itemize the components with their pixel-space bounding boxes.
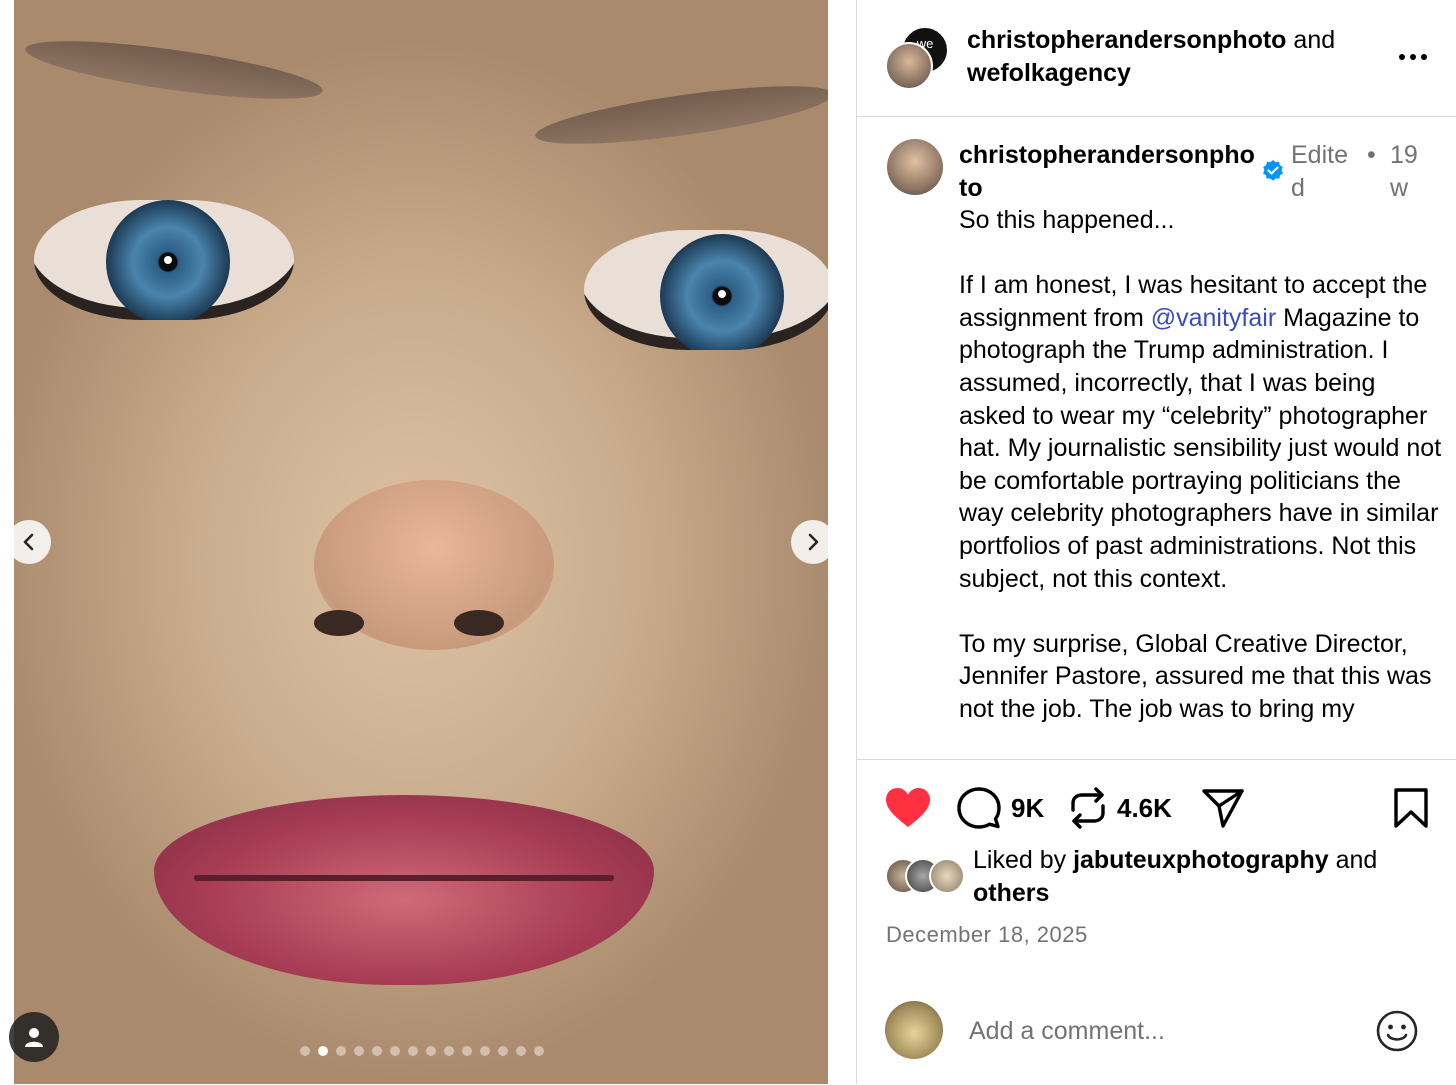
carousel-dot xyxy=(372,1046,382,1056)
heart-icon xyxy=(886,788,930,827)
repost-button[interactable]: 4.6K xyxy=(1069,786,1172,830)
person-icon xyxy=(25,1028,43,1047)
carousel-dot xyxy=(408,1046,418,1056)
chevron-left-icon xyxy=(23,533,34,551)
meta-separator: • xyxy=(1367,141,1376,169)
post-actions: 9K 4.6K Liked by jabuteuxphotography and… xyxy=(857,759,1456,1085)
others-link[interactable]: others xyxy=(973,879,1049,907)
post-age[interactable]: 19w xyxy=(1390,139,1424,205)
comment-icon xyxy=(957,787,1001,829)
avatar xyxy=(929,858,965,894)
caption-username[interactable]: christopherandersonphoto xyxy=(959,139,1259,205)
emoji-icon xyxy=(1376,1010,1418,1052)
repost-icon xyxy=(1071,787,1105,829)
photo-detail xyxy=(154,795,654,985)
avatar[interactable] xyxy=(887,139,943,195)
carousel-indicator xyxy=(300,1046,544,1056)
carousel-next-button[interactable] xyxy=(791,520,835,564)
carousel-dot xyxy=(444,1046,454,1056)
chevron-right-icon xyxy=(808,533,819,551)
authors-joiner: and xyxy=(1286,26,1336,54)
like-button[interactable] xyxy=(885,786,931,830)
photo-detail xyxy=(22,29,326,111)
carousel-dot xyxy=(354,1046,364,1056)
post-date[interactable]: December 18, 2025 xyxy=(886,922,1088,948)
edited-label: Edited xyxy=(1291,141,1348,202)
avatar xyxy=(885,42,933,90)
post-authors: christopherandersonphoto and wefolkagenc… xyxy=(967,24,1387,90)
more-icon xyxy=(1399,54,1427,60)
carousel-dot xyxy=(426,1046,436,1056)
carousel-dot xyxy=(498,1046,508,1056)
liked-by-prefix: Liked by xyxy=(973,846,1074,874)
verified-badge-icon xyxy=(1263,160,1283,181)
photo-detail xyxy=(584,230,828,350)
carousel-dot xyxy=(462,1046,472,1056)
comment-count: 9K xyxy=(1011,792,1045,823)
author-link[interactable]: christopherandersonphoto xyxy=(967,26,1286,54)
tagged-users-button[interactable] xyxy=(9,1012,59,1062)
post-header: we fk christopherandersonphoto and wefol… xyxy=(857,0,1456,117)
photo-detail xyxy=(454,610,504,636)
liked-by-middle: and xyxy=(1328,846,1378,874)
save-button[interactable] xyxy=(1393,786,1429,830)
post-photo[interactable] xyxy=(14,0,828,1084)
carousel-dot xyxy=(318,1046,328,1056)
caption-rest: Magazine to photograph the Trump adminis… xyxy=(959,303,1442,723)
carousel-dot xyxy=(480,1046,490,1056)
carousel-dot xyxy=(390,1046,400,1056)
mention-link[interactable]: @vanityfair xyxy=(1151,304,1276,332)
collab-avatars[interactable]: we fk xyxy=(885,26,949,90)
emoji-button[interactable] xyxy=(1375,1009,1419,1053)
carousel-prev-button[interactable] xyxy=(7,520,51,564)
more-options-button[interactable] xyxy=(1397,42,1429,72)
carousel-dot xyxy=(300,1046,310,1056)
caption-area[interactable]: christopherandersonphoto Edited • 19w So… xyxy=(857,117,1456,758)
media-panel xyxy=(0,0,856,1084)
carousel-dot xyxy=(336,1046,346,1056)
photo-detail xyxy=(34,200,294,320)
photo-detail xyxy=(532,74,828,156)
share-button[interactable] xyxy=(1201,786,1245,830)
send-icon xyxy=(1202,789,1244,828)
liked-by-avatars[interactable] xyxy=(885,858,965,898)
caption-text: So this happened... If I am honest, I wa… xyxy=(959,204,1445,726)
liker-link[interactable]: jabuteuxphotography xyxy=(1073,846,1329,874)
liked-by-text: Liked by jabuteuxphotography and others xyxy=(973,844,1433,910)
bookmark-icon xyxy=(1394,788,1428,828)
repost-count: 4.6K xyxy=(1117,792,1172,823)
carousel-dot xyxy=(516,1046,526,1056)
post-side-panel: we fk christopherandersonphoto and wefol… xyxy=(856,0,1456,1084)
photo-detail xyxy=(314,610,364,636)
author-link[interactable]: wefolkagency xyxy=(967,59,1131,87)
avatar xyxy=(885,1001,943,1059)
carousel-dot xyxy=(534,1046,544,1056)
comment-button[interactable]: 9K xyxy=(957,786,1044,830)
comment-input[interactable] xyxy=(967,1010,1351,1052)
